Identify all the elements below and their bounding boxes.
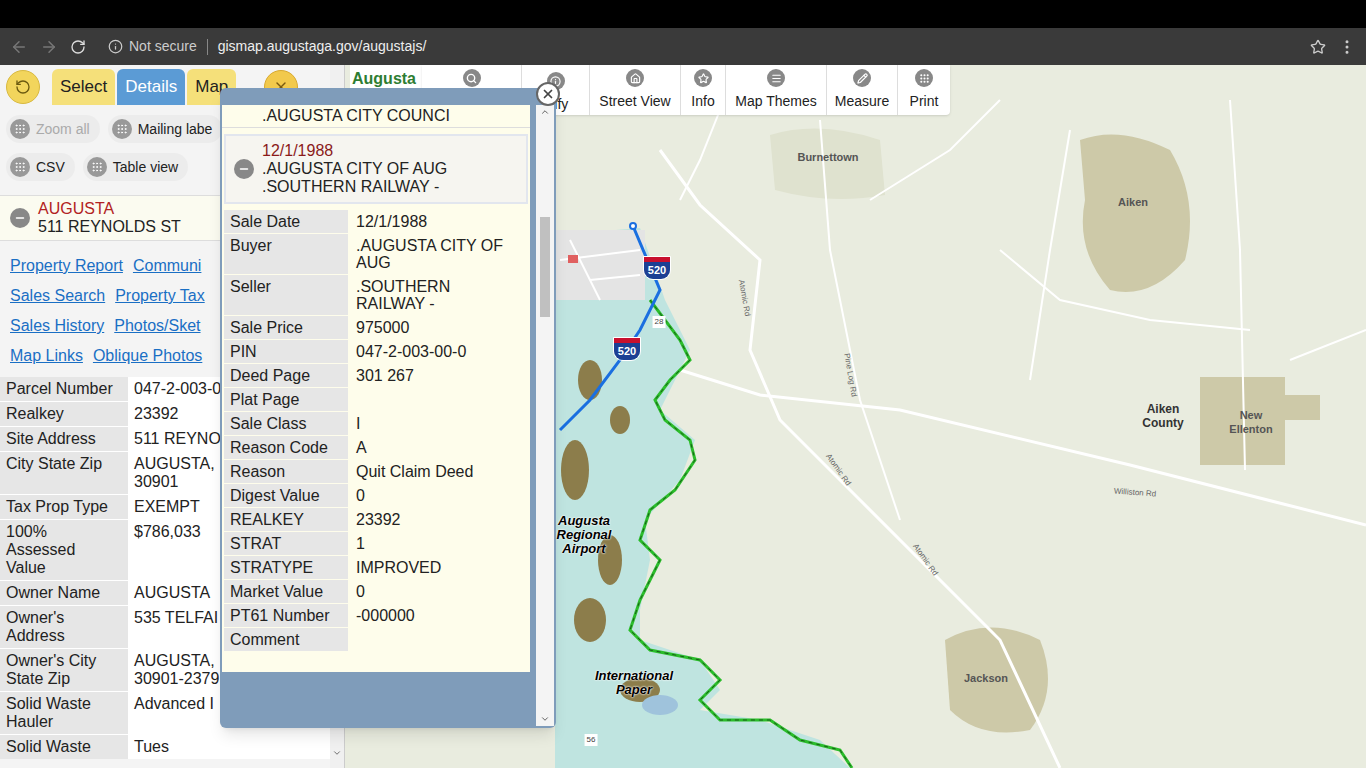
detail-row: Digest Value0: [224, 484, 528, 507]
road-label: Atomic Rd: [823, 451, 854, 488]
detail-row: ReasonQuit Claim Deed: [224, 460, 528, 483]
search-icon: [463, 69, 481, 87]
panel-tab[interactable]: Select: [52, 69, 115, 105]
tool-icon: [694, 69, 712, 87]
place-label: InternationalPaper: [595, 669, 673, 697]
route-label: 28: [653, 316, 666, 328]
sales-popup: .AUGUSTA CITY COUNCI 12/1/1988.AUGUSTA CI…: [220, 88, 556, 728]
toolbar-button[interactable]: Measure: [827, 65, 898, 115]
report-link[interactable]: Photos/Sket: [114, 315, 200, 337]
detail-row: Comment: [224, 628, 528, 651]
detail-row: Reason CodeA: [224, 436, 528, 459]
tool-icon: [767, 69, 785, 87]
report-link[interactable]: Property Tax: [115, 285, 205, 307]
tool-pill[interactable]: Table view: [83, 153, 188, 181]
report-link[interactable]: Map Links: [10, 345, 83, 367]
place-label: Aiken: [1118, 195, 1148, 209]
collapse-icon[interactable]: [10, 208, 30, 228]
tab-strip: [0, 0, 1366, 28]
back-button[interactable]: [6, 70, 40, 104]
detail-row: STRATYPEIMPROVED: [224, 556, 528, 579]
screen: Not securegismap.augustaga.gov/augustajs…: [0, 0, 1366, 768]
detail-row: STRAT1: [224, 532, 528, 555]
detail-row: Sale ClassI: [224, 412, 528, 435]
menu-icon[interactable]: [1338, 38, 1356, 56]
panel-tab[interactable]: Details: [117, 69, 185, 105]
sale-item[interactable]: .AUGUSTA CITY COUNCI: [222, 105, 530, 128]
forward-icon[interactable]: [40, 38, 58, 56]
collapse-icon[interactable]: [234, 159, 254, 179]
road-label: Williston Rd: [1114, 486, 1157, 501]
back-icon[interactable]: [10, 38, 28, 56]
toolbar-button[interactable]: Print: [898, 65, 950, 115]
tool-pill[interactable]: CSV: [6, 153, 75, 181]
interstate-shield: 520: [643, 256, 671, 280]
detail-row: REALKEY23392: [224, 508, 528, 531]
popup-scrollbar[interactable]: [536, 105, 554, 726]
tool-icon: [853, 69, 871, 87]
grid-icon: [10, 157, 30, 177]
tool-pill[interactable]: Mailing labe: [108, 115, 223, 143]
report-link[interactable]: Property Report: [10, 255, 123, 277]
report-link[interactable]: Oblique Photos: [93, 345, 202, 367]
detail-row: PT61 Number-000000: [224, 604, 528, 627]
bookmark-icon[interactable]: [1310, 39, 1326, 55]
detail-row: PIN047-2-003-00-0: [224, 340, 528, 363]
place-label: AugustaRegionalAirport: [557, 514, 612, 556]
field-row: Solid WasteTues: [0, 735, 330, 759]
place-label: NewEllenton: [1229, 408, 1272, 436]
interstate-shield: 520: [613, 337, 641, 361]
place-label: Burnettown: [797, 150, 858, 164]
detail-row: Sale Date12/1/1988: [224, 210, 528, 233]
address-bar: Not securegismap.augustaga.gov/augustajs…: [0, 28, 1366, 65]
report-link[interactable]: Communi: [133, 255, 201, 277]
detail-row: Plat Page: [224, 388, 528, 411]
detail-row: Market Value0: [224, 580, 528, 603]
place-label: AikenCounty: [1142, 402, 1183, 430]
detail-row: Buyer.AUGUSTA CITY OFAUG: [224, 234, 528, 274]
road-label: Pine Log Rd: [840, 352, 859, 397]
grid-icon: [10, 119, 30, 139]
road-label: Atomic Rd: [910, 541, 941, 578]
url[interactable]: gismap.augustaga.gov/augustajs/: [218, 36, 427, 57]
grid-icon: [87, 157, 107, 177]
tool-icon: [626, 69, 644, 87]
grid-icon: [112, 119, 132, 139]
detail-row: Seller.SOUTHERNRAILWAY -: [224, 275, 528, 315]
tool-pill[interactable]: Zoom all: [6, 115, 100, 143]
detail-row: Sale Price975000: [224, 316, 528, 339]
toolbar-button[interactable]: Map Themes: [726, 65, 827, 115]
report-link[interactable]: Sales History: [10, 315, 104, 337]
toolbar-button[interactable]: Info: [681, 65, 726, 115]
route-label: 56: [585, 734, 598, 746]
toolbar-button[interactable]: Street View: [590, 65, 681, 115]
detail-row: Deed Page301 267: [224, 364, 528, 387]
road-label: Atomic Rd: [735, 279, 753, 317]
sale-item[interactable]: 12/1/1988.AUGUSTA CITY OF AUG.SOUTHERN R…: [224, 134, 528, 204]
tool-icon: [915, 69, 933, 87]
info-icon[interactable]: [108, 39, 123, 54]
place-label: Jackson: [964, 671, 1008, 685]
popup-close-button[interactable]: [536, 82, 560, 106]
reload-icon[interactable]: [70, 39, 86, 55]
page: Burnettown Aiken AikenCounty NewEllenton Aug…: [0, 65, 1366, 768]
report-link[interactable]: Sales Search: [10, 285, 105, 307]
